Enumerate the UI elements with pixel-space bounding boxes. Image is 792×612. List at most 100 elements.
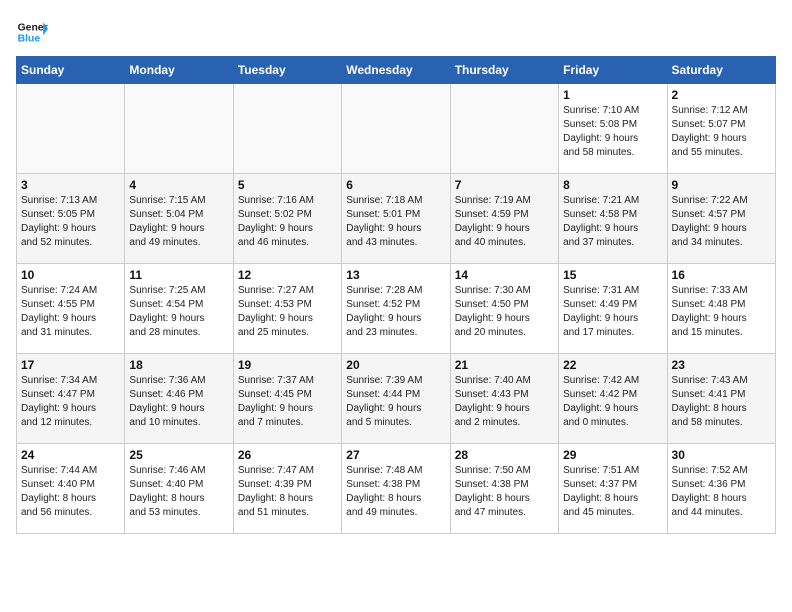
page-header: General Blue [16,16,776,48]
day-number: 20 [346,358,445,372]
calendar-cell: 25Sunrise: 7:46 AM Sunset: 4:40 PM Dayli… [125,444,233,534]
calendar-cell: 13 Sunrise: 7:28 AM Sunset: 4:52 PM Dayli… [342,264,450,354]
day-info: Sunrise: 7:52 AM Sunset: 4:36 PM Dayligh… [672,464,771,520]
day-number: 17 [21,358,120,372]
day-number: 10 [21,268,120,282]
day-number: 25 [129,448,228,462]
day-info: Sunrise: 7:22 AM Sunset: 4:57 PM Dayligh… [672,194,771,250]
calendar-cell: 19 Sunrise: 7:37 AM Sunset: 4:45 PM Dayli… [233,354,341,444]
day-number: 13 [346,268,445,282]
day-info: Sunrise: 7:15 AM Sunset: 5:04 PM Dayligh… [129,194,228,250]
calendar-cell: 24 Sunrise: 7:44 AM Sunset: 4:40 PM Dayli… [17,444,125,534]
weekday-header-friday: Friday [559,57,667,84]
day-number: 30 [672,448,771,462]
day-info: Sunrise: 7:13 AM Sunset: 5:05 PM Dayligh… [21,194,120,250]
day-number: 19 [238,358,337,372]
day-info: Sunrise: 7:12 AM Sunset: 5:07 PM Dayligh… [672,104,771,160]
calendar-table: SundayMondayTuesdayWednesdayThursdayFrid… [16,56,776,534]
calendar-week-row: 24 Sunrise: 7:44 AM Sunset: 4:40 PM Dayli… [17,444,776,534]
day-number: 8 [563,178,662,192]
calendar-cell: 18Sunrise: 7:36 AM Sunset: 4:46 PM Dayli… [125,354,233,444]
day-number: 7 [455,178,554,192]
calendar-cell: 4Sunrise: 7:15 AM Sunset: 5:04 PM Daylig… [125,174,233,264]
day-number: 27 [346,448,445,462]
day-info: Sunrise: 7:48 AM Sunset: 4:38 PM Dayligh… [346,464,445,520]
day-info: Sunrise: 7:31 AM Sunset: 4:49 PM Dayligh… [563,284,662,340]
day-info: Sunrise: 7:30 AM Sunset: 4:50 PM Dayligh… [455,284,554,340]
day-number: 3 [21,178,120,192]
weekday-header-sunday: Sunday [17,57,125,84]
day-info: Sunrise: 7:25 AM Sunset: 4:54 PM Dayligh… [129,284,228,340]
weekday-header-thursday: Thursday [450,57,558,84]
calendar-cell [342,84,450,174]
calendar-cell: 7 Sunrise: 7:19 AM Sunset: 4:59 PM Daylig… [450,174,558,264]
day-info: Sunrise: 7:33 AM Sunset: 4:48 PM Dayligh… [672,284,771,340]
day-number: 21 [455,358,554,372]
calendar-header-row: SundayMondayTuesdayWednesdayThursdayFrid… [17,57,776,84]
day-number: 23 [672,358,771,372]
calendar-cell: 21 Sunrise: 7:40 AM Sunset: 4:43 PM Dayli… [450,354,558,444]
calendar-cell: 2 Sunrise: 7:12 AM Sunset: 5:07 PM Daylig… [667,84,775,174]
day-info: Sunrise: 7:40 AM Sunset: 4:43 PM Dayligh… [455,374,554,430]
day-number: 6 [346,178,445,192]
calendar-cell: 6Sunrise: 7:18 AM Sunset: 5:01 PM Daylig… [342,174,450,264]
calendar-cell: 1Sunrise: 7:10 AM Sunset: 5:08 PM Daylig… [559,84,667,174]
day-info: Sunrise: 7:43 AM Sunset: 4:41 PM Dayligh… [672,374,771,430]
calendar-cell [17,84,125,174]
calendar-week-row: 1Sunrise: 7:10 AM Sunset: 5:08 PM Daylig… [17,84,776,174]
day-info: Sunrise: 7:39 AM Sunset: 4:44 PM Dayligh… [346,374,445,430]
day-info: Sunrise: 7:28 AM Sunset: 4:52 PM Dayligh… [346,284,445,340]
calendar-cell: 12 Sunrise: 7:27 AM Sunset: 4:53 PM Dayli… [233,264,341,354]
day-info: Sunrise: 7:19 AM Sunset: 4:59 PM Dayligh… [455,194,554,250]
calendar-cell [233,84,341,174]
day-info: Sunrise: 7:21 AM Sunset: 4:58 PM Dayligh… [563,194,662,250]
day-info: Sunrise: 7:24 AM Sunset: 4:55 PM Dayligh… [21,284,120,340]
calendar-week-row: 3 Sunrise: 7:13 AM Sunset: 5:05 PM Daylig… [17,174,776,264]
day-info: Sunrise: 7:47 AM Sunset: 4:39 PM Dayligh… [238,464,337,520]
calendar-cell: 26 Sunrise: 7:47 AM Sunset: 4:39 PM Dayli… [233,444,341,534]
day-number: 26 [238,448,337,462]
day-info: Sunrise: 7:37 AM Sunset: 4:45 PM Dayligh… [238,374,337,430]
calendar-cell: 9 Sunrise: 7:22 AM Sunset: 4:57 PM Daylig… [667,174,775,264]
calendar-cell: 28 Sunrise: 7:50 AM Sunset: 4:38 PM Dayli… [450,444,558,534]
day-info: Sunrise: 7:51 AM Sunset: 4:37 PM Dayligh… [563,464,662,520]
day-info: Sunrise: 7:16 AM Sunset: 5:02 PM Dayligh… [238,194,337,250]
day-info: Sunrise: 7:44 AM Sunset: 4:40 PM Dayligh… [21,464,120,520]
calendar-cell: 11Sunrise: 7:25 AM Sunset: 4:54 PM Dayli… [125,264,233,354]
day-number: 29 [563,448,662,462]
calendar-cell: 14Sunrise: 7:30 AM Sunset: 4:50 PM Dayli… [450,264,558,354]
calendar-cell: 15 Sunrise: 7:31 AM Sunset: 4:49 PM Dayli… [559,264,667,354]
calendar-cell [450,84,558,174]
day-info: Sunrise: 7:42 AM Sunset: 4:42 PM Dayligh… [563,374,662,430]
calendar-cell: 17 Sunrise: 7:34 AM Sunset: 4:47 PM Dayli… [17,354,125,444]
day-number: 28 [455,448,554,462]
day-number: 1 [563,88,662,102]
calendar-cell: 3 Sunrise: 7:13 AM Sunset: 5:05 PM Daylig… [17,174,125,264]
day-number: 16 [672,268,771,282]
calendar-cell: 8 Sunrise: 7:21 AM Sunset: 4:58 PM Daylig… [559,174,667,264]
calendar-cell: 23 Sunrise: 7:43 AM Sunset: 4:41 PM Dayli… [667,354,775,444]
calendar-week-row: 10 Sunrise: 7:24 AM Sunset: 4:55 PM Dayli… [17,264,776,354]
day-info: Sunrise: 7:36 AM Sunset: 4:46 PM Dayligh… [129,374,228,430]
weekday-header-saturday: Saturday [667,57,775,84]
svg-text:Blue: Blue [18,34,41,45]
day-info: Sunrise: 7:50 AM Sunset: 4:38 PM Dayligh… [455,464,554,520]
day-number: 24 [21,448,120,462]
day-number: 9 [672,178,771,192]
weekday-header-wednesday: Wednesday [342,57,450,84]
day-info: Sunrise: 7:27 AM Sunset: 4:53 PM Dayligh… [238,284,337,340]
weekday-header-tuesday: Tuesday [233,57,341,84]
day-number: 12 [238,268,337,282]
day-number: 2 [672,88,771,102]
calendar-cell: 30 Sunrise: 7:52 AM Sunset: 4:36 PM Dayli… [667,444,775,534]
day-info: Sunrise: 7:34 AM Sunset: 4:47 PM Dayligh… [21,374,120,430]
day-number: 15 [563,268,662,282]
logo: General Blue [16,16,48,48]
calendar-week-row: 17 Sunrise: 7:34 AM Sunset: 4:47 PM Dayli… [17,354,776,444]
calendar-cell [125,84,233,174]
calendar-cell: 20 Sunrise: 7:39 AM Sunset: 4:44 PM Dayli… [342,354,450,444]
day-number: 22 [563,358,662,372]
calendar-cell: 29 Sunrise: 7:51 AM Sunset: 4:37 PM Dayli… [559,444,667,534]
day-number: 5 [238,178,337,192]
calendar-cell: 16 Sunrise: 7:33 AM Sunset: 4:48 PM Dayli… [667,264,775,354]
